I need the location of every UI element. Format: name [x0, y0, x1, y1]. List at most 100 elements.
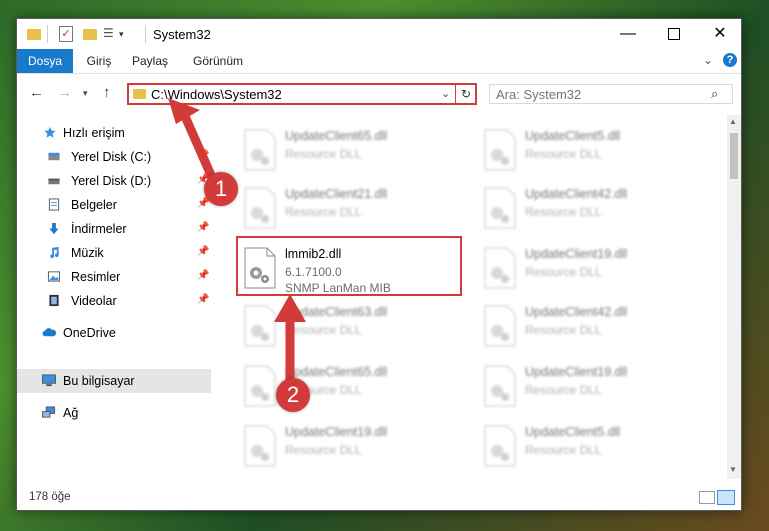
search-input[interactable] — [489, 84, 733, 104]
list-item[interactable]: UpdateClient63.dll Resource DLL — [235, 297, 455, 355]
forward-arrow-icon[interactable]: → — [57, 84, 72, 101]
dll-file-icon — [484, 365, 516, 407]
computer-icon — [42, 374, 56, 387]
file-name: UpdateClient65.dll — [285, 365, 388, 379]
folder-icon — [27, 29, 41, 40]
network-icon — [42, 406, 56, 418]
sidebar-item-downloads[interactable]: İndirmeler 📌 — [17, 217, 211, 241]
minimize-button[interactable]: — — [605, 19, 651, 49]
close-button[interactable]: ✕ — [697, 19, 743, 49]
sidebar-item-label: Videolar — [71, 294, 117, 308]
scroll-up-icon[interactable]: ▲ — [729, 117, 737, 126]
dll-file-icon — [244, 425, 276, 467]
tab-paylas[interactable]: Paylaş — [125, 49, 175, 73]
file-description: Resource DLL — [525, 383, 602, 397]
file-description: Resource DLL — [525, 443, 602, 457]
sidebar-item-label: Bu bilgisayar — [63, 374, 135, 388]
list-item[interactable]: UpdateClient65.dll Resource DLL — [235, 357, 455, 415]
sidebar-item-label: Belgeler — [71, 198, 117, 212]
file-name: UpdateClient5.dll — [525, 129, 621, 143]
list-item[interactable]: UpdateClient19.dll Resource DLL — [235, 417, 455, 475]
file-list: UpdateClient65.dll Resource DLL UpdateCl… — [213, 115, 725, 479]
sidebar-item-pictures[interactable]: Resimler 📌 — [17, 265, 211, 289]
sidebar-item-documents[interactable]: Belgeler 📌 — [17, 193, 211, 217]
film-icon — [49, 294, 59, 307]
sidebar-item-label: Resimler — [71, 270, 121, 284]
tab-gorunum[interactable]: Görünüm — [185, 49, 251, 73]
drive-icon — [48, 152, 60, 161]
back-arrow-icon[interactable]: ← — [29, 84, 44, 101]
dll-file-icon — [244, 365, 276, 407]
picture-icon — [47, 271, 61, 282]
pin-icon[interactable]: 📌 — [197, 246, 209, 257]
document-icon — [48, 198, 60, 211]
dll-file-icon — [484, 425, 516, 467]
properties-icon[interactable]: ☰ — [103, 26, 117, 42]
up-arrow-icon[interactable]: ↑ — [103, 84, 111, 101]
dll-file-icon — [484, 305, 516, 347]
navigation-bar: ← → ▾ ↑ C:\Windows\System32 ⌄ ↻ ⌕ — [17, 74, 741, 114]
download-arrow-icon — [49, 222, 59, 235]
file-description: Resource DLL — [285, 147, 362, 161]
maximize-icon — [668, 27, 680, 40]
sidebar-item-network[interactable]: Ağ — [17, 401, 211, 425]
tab-dosya[interactable]: Dosya — [17, 49, 73, 73]
file-name: UpdateClient19.dll — [525, 365, 628, 379]
maximize-button[interactable] — [651, 19, 697, 49]
pin-icon[interactable]: 📌 — [197, 222, 209, 233]
list-item[interactable]: UpdateClient42.dll Resource DLL — [475, 179, 695, 237]
dll-file-icon — [484, 129, 516, 171]
expand-ribbon-icon[interactable]: ⌄ — [703, 53, 713, 67]
help-icon[interactable]: ? — [723, 53, 737, 67]
sidebar-item-this-pc[interactable]: Bu bilgisayar — [17, 369, 211, 393]
pin-icon[interactable]: 📌 — [197, 294, 209, 305]
sidebar-item-local-disk-d[interactable]: Yerel Disk (D:) 📌 — [17, 169, 211, 193]
title-divider — [145, 25, 146, 43]
dll-file-icon — [484, 247, 516, 289]
sidebar-item-music[interactable]: Müzik 📌 — [17, 241, 211, 265]
ribbon: Dosya Giriş Paylaş Görünüm ⌄ ? — [17, 49, 741, 74]
cloud-icon — [42, 328, 57, 337]
file-name: UpdateClient5.dll — [525, 425, 621, 439]
dll-file-icon — [244, 129, 276, 171]
window-title: System32 — [153, 27, 211, 42]
address-bar[interactable]: C:\Windows\System32 ⌄ ↻ — [127, 83, 477, 105]
search-icon: ⌕ — [711, 86, 719, 101]
address-dropdown-icon[interactable]: ⌄ — [441, 87, 450, 100]
list-item[interactable]: UpdateClient19.dll Resource DLL — [475, 357, 695, 415]
step-2-badge: 2 — [276, 378, 310, 412]
list-item[interactable]: UpdateClient5.dll Resource DLL — [475, 121, 695, 179]
toolbar-divider — [47, 25, 48, 43]
new-folder-icon[interactable] — [83, 29, 97, 40]
scroll-down-icon[interactable]: ▼ — [729, 465, 737, 474]
list-item[interactable]: UpdateClient5.dll Resource DLL — [475, 417, 695, 475]
details-view-icon[interactable] — [699, 491, 715, 504]
quick-access-dropdown-icon[interactable]: ▾ — [119, 29, 124, 45]
pin-icon[interactable]: 📌 — [197, 270, 209, 281]
folder-icon — [133, 89, 146, 99]
sidebar-item-label: Müzik — [71, 246, 104, 260]
navigation-pane: Hızlı erişim Yerel Disk (C:) 📌 Yerel Dis… — [17, 115, 211, 479]
sidebar-item-local-disk-c[interactable]: Yerel Disk (C:) 📌 — [17, 145, 211, 169]
item-count: 178 öğe — [29, 491, 71, 503]
vertical-scrollbar[interactable]: ▲ ▼ — [727, 115, 741, 479]
tab-giris[interactable]: Giriş — [77, 49, 121, 73]
pin-icon[interactable]: 📌 — [197, 150, 209, 161]
file-name: UpdateClient42.dll — [525, 305, 628, 319]
refresh-icon[interactable]: ↻ — [455, 85, 476, 103]
scroll-thumb[interactable] — [730, 133, 738, 179]
properties-check-icon[interactable]: ✓ — [59, 26, 73, 42]
sidebar-item-onedrive[interactable]: OneDrive — [17, 321, 211, 345]
file-description: Resource DLL — [525, 265, 602, 279]
list-item[interactable]: UpdateClient19.dll Resource DLL — [475, 239, 695, 297]
tiles-view-icon[interactable] — [717, 490, 735, 505]
sidebar-item-quick-access[interactable]: Hızlı erişim — [17, 121, 211, 145]
list-item[interactable]: UpdateClient21.dll Resource DLL — [235, 179, 455, 237]
sidebar-item-videos[interactable]: Videolar 📌 — [17, 289, 211, 313]
list-item[interactable]: UpdateClient42.dll Resource DLL — [475, 297, 695, 355]
recent-locations-icon[interactable]: ▾ — [83, 88, 88, 99]
list-item[interactable]: UpdateClient65.dll Resource DLL — [235, 121, 455, 179]
sidebar-item-label: İndirmeler — [71, 222, 127, 236]
address-path[interactable]: C:\Windows\System32 — [151, 87, 282, 102]
file-highlight-box — [236, 236, 462, 296]
